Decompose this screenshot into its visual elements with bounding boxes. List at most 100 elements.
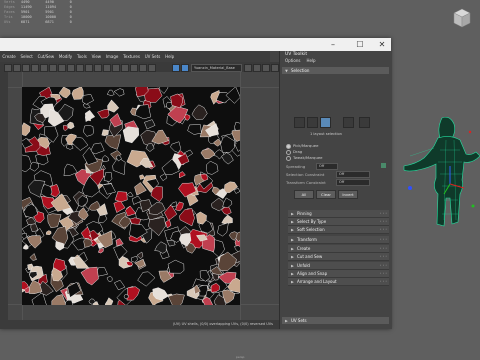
uv-shell[interactable] xyxy=(50,184,60,198)
character-wireframe-model[interactable] xyxy=(380,110,480,250)
checker-icon[interactable] xyxy=(172,64,180,72)
uv-shell[interactable] xyxy=(148,202,166,215)
section-cut-and-sew[interactable]: ▶ Cut and Sew • • • xyxy=(288,253,389,261)
uv-shell[interactable] xyxy=(167,259,185,274)
tool-icon[interactable] xyxy=(94,64,102,72)
tool-icon[interactable] xyxy=(244,64,252,72)
section-transform[interactable]: ▶ Transform • • • xyxy=(288,236,389,244)
uv-shells-texture[interactable] xyxy=(22,87,240,305)
uv-shell[interactable] xyxy=(154,241,167,254)
edge-mode-icon[interactable] xyxy=(307,117,318,128)
uv-shell[interactable] xyxy=(164,204,178,222)
tool-icon[interactable] xyxy=(22,64,30,72)
tool-icon[interactable] xyxy=(112,64,120,72)
menu-create[interactable]: Create xyxy=(0,54,18,59)
uv-shell[interactable] xyxy=(106,275,113,283)
uv-shell[interactable] xyxy=(22,122,31,136)
transform-constraint-dropdown[interactable]: Off xyxy=(336,179,370,186)
uv-shell[interactable] xyxy=(114,191,128,203)
uv-shell[interactable] xyxy=(225,87,240,104)
uv-shell[interactable] xyxy=(63,163,78,177)
section-select-by-type[interactable]: ▶ Select By Type • • • xyxy=(288,218,389,226)
uv-shell[interactable] xyxy=(71,87,84,100)
title-bar[interactable]: – ☐ ✕ xyxy=(0,38,391,51)
maximize-button[interactable]: ☐ xyxy=(353,38,367,51)
tool-icon[interactable] xyxy=(139,64,147,72)
uv-shell[interactable] xyxy=(67,121,75,130)
uv-shell[interactable] xyxy=(130,256,138,263)
uv-shell[interactable] xyxy=(29,161,39,172)
select-all-button[interactable]: All xyxy=(294,190,314,199)
selection-constraint-dropdown[interactable]: Off xyxy=(336,171,370,178)
tool-icon[interactable] xyxy=(148,64,156,72)
uv-shell[interactable] xyxy=(125,205,137,217)
uv-shell[interactable] xyxy=(29,253,37,261)
tool-icon[interactable] xyxy=(76,64,84,72)
uv-shell[interactable] xyxy=(185,193,199,207)
section-pinning[interactable]: ▶ Pinning • • • xyxy=(288,210,389,218)
uv-set-dropdown[interactable]: Yuanxin_Material_Base xyxy=(191,64,242,72)
uv-viewport[interactable] xyxy=(8,72,279,320)
uv-shell[interactable] xyxy=(104,134,122,150)
uv-shell[interactable] xyxy=(97,108,110,119)
uv-shell[interactable] xyxy=(83,124,94,137)
panel-menu-options[interactable]: Options xyxy=(285,58,300,63)
radio-drag[interactable]: Drag xyxy=(286,149,302,155)
section-unfold[interactable]: ▶ Unfold • • • xyxy=(288,262,389,270)
spreading-dropdown[interactable]: Off xyxy=(316,163,338,170)
uv-shell[interactable] xyxy=(200,148,216,160)
uv-shell[interactable] xyxy=(101,129,109,137)
uv-shell[interactable] xyxy=(65,300,74,305)
uv-shell[interactable] xyxy=(115,238,124,247)
menu-cut-sew[interactable]: Cut/Sew xyxy=(35,54,56,59)
uv-shell[interactable] xyxy=(113,279,126,291)
uv-shell[interactable] xyxy=(178,171,186,179)
uv-shell[interactable] xyxy=(113,200,126,213)
uv-shell[interactable] xyxy=(81,94,94,105)
uv-shell[interactable] xyxy=(58,87,71,99)
uv-shell[interactable] xyxy=(107,99,120,113)
menu-select[interactable]: Select xyxy=(18,54,35,59)
tool-icon[interactable] xyxy=(4,64,12,72)
menu-view[interactable]: View xyxy=(89,54,103,59)
close-button[interactable]: ✕ xyxy=(375,38,389,51)
menu-tools[interactable]: Tools xyxy=(75,54,90,59)
invert-button[interactable]: Invert xyxy=(338,190,358,199)
tool-icon[interactable] xyxy=(13,64,21,72)
tool-icon[interactable] xyxy=(31,64,39,72)
section-align-and-snap[interactable]: ▶ Align and Snap • • • xyxy=(288,270,389,278)
uv-shell[interactable] xyxy=(97,247,104,254)
uv-sets-section-header[interactable]: ▶ UV Sets xyxy=(282,317,389,324)
uv-mode-icon[interactable] xyxy=(343,117,354,128)
menu-help[interactable]: Help xyxy=(163,54,177,59)
tool-icon[interactable] xyxy=(271,64,279,72)
tool-icon[interactable] xyxy=(67,64,75,72)
uv-shell[interactable] xyxy=(144,119,156,130)
uv-shell[interactable] xyxy=(170,141,182,153)
uv-shell[interactable] xyxy=(170,201,178,207)
uv-shell[interactable] xyxy=(191,104,208,120)
uv-shell[interactable] xyxy=(136,251,144,260)
tool-icon[interactable] xyxy=(262,64,270,72)
viewcube-icon[interactable] xyxy=(452,8,472,28)
uv-shell[interactable] xyxy=(122,126,140,144)
uv-shell[interactable] xyxy=(80,266,99,286)
tool-icon[interactable] xyxy=(103,64,111,72)
uv-shell[interactable] xyxy=(104,297,114,305)
vertex-mode-icon[interactable] xyxy=(294,117,305,128)
menu-image[interactable]: Image xyxy=(103,54,120,59)
tool-icon[interactable] xyxy=(121,64,129,72)
minimize-button[interactable]: – xyxy=(326,38,340,51)
tool-icon[interactable] xyxy=(130,64,138,72)
tool-icon[interactable] xyxy=(58,64,66,72)
uv-shell[interactable] xyxy=(221,214,233,225)
menu-uv-sets[interactable]: UV Sets xyxy=(142,54,162,59)
tool-icon[interactable] xyxy=(49,64,57,72)
uv-shell[interactable] xyxy=(137,271,156,287)
radio-tweak-marquee[interactable]: Tweak/Marquee xyxy=(286,155,323,161)
uv-shell[interactable] xyxy=(103,172,113,182)
uv-shell[interactable] xyxy=(126,191,134,197)
uv-shell[interactable] xyxy=(217,222,229,237)
selection-section-header[interactable]: ▼ Selection xyxy=(282,67,389,74)
uv-shell[interactable] xyxy=(126,286,140,301)
